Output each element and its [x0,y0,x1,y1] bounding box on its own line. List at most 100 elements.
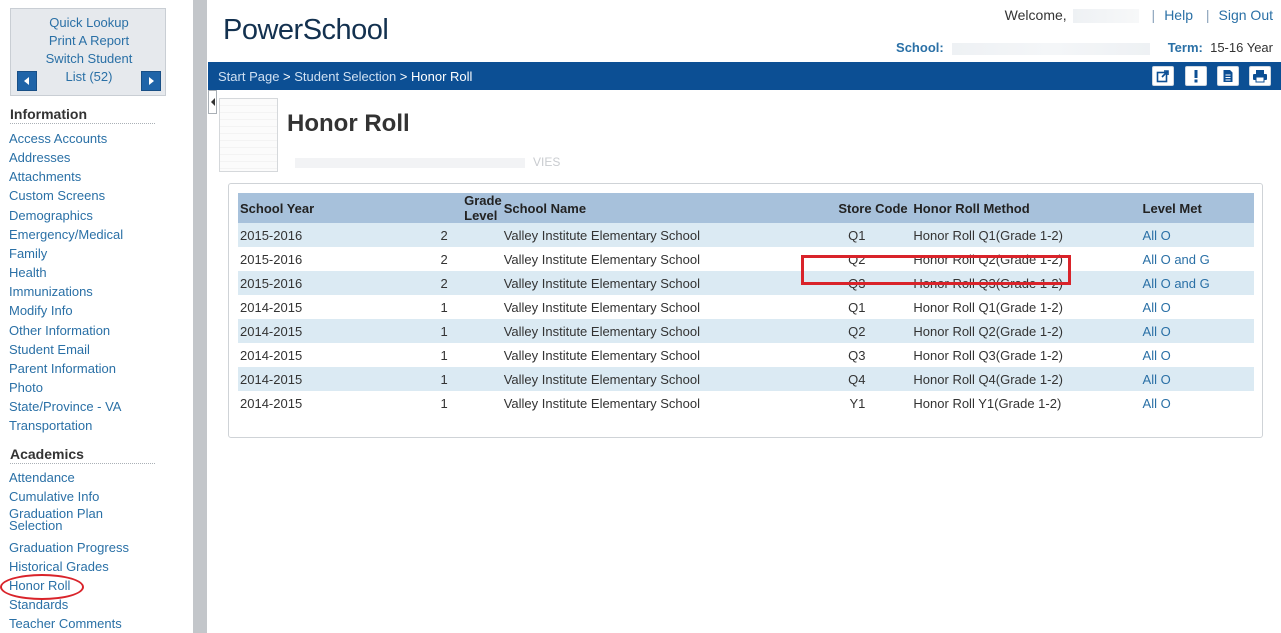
school-year-cell: 2014-2015 [240,347,303,363]
level-met-cell[interactable]: All O [1141,343,1254,367]
school-term-line: School: Term: 15-16 Year [896,40,1273,55]
level-met-cell[interactable]: All O [1141,391,1254,415]
column-header-grade-level[interactable]: Grade Level [346,193,502,223]
school-name-redacted [951,42,1150,55]
store-code-cell: Q4 [792,367,912,391]
nav-item-transportation[interactable]: Transportation [9,418,92,433]
breadcrumb: Start Page > Student Selection > Honor R… [218,69,472,84]
level-met-cell[interactable]: All O and G [1140,271,1254,295]
open-new-window-button[interactable] [1152,66,1174,86]
honor-roll-method-cell: Honor Roll Y1(Grade 1-2) [913,395,1062,411]
nav-item-demographics[interactable]: Demographics [9,208,93,223]
level-met-cell[interactable]: All O and G [1141,247,1254,271]
nav-item-photo[interactable]: Photo [9,380,43,395]
school-name-cell: Valley Institute Elementary School [503,395,701,411]
nav-item-addresses[interactable]: Addresses [9,150,70,165]
honor-roll-method-cell: Honor Roll Q1(Grade 1-2) [911,223,1141,247]
print-report-link[interactable]: Print A Report [11,32,167,50]
level-met-cell[interactable]: All O [1140,319,1254,343]
school-year-cell: 2014-2015 [240,395,303,411]
school-name-cell: Valley Institute Elementary School [503,299,701,315]
store-code-cell: Y1 [849,395,866,411]
honor-roll-method-cell: Honor Roll Q3(Grade 1-2) [913,347,1063,363]
nav-item-attachments[interactable]: Attachments [9,169,81,184]
nav-item-emergency-medical[interactable]: Emergency/Medical [9,227,123,242]
school-year-cell: 2015-2016 [240,251,303,267]
print-button[interactable] [1249,66,1271,86]
nav-item-teacher-comments[interactable]: Teacher Comments [9,616,122,631]
nav-item-modify-info[interactable]: Modify Info [9,303,73,318]
school-name-cell: Valley Institute Elementary School [503,347,701,363]
column-header-level-met[interactable]: Level Met [1140,193,1254,223]
switch-student-link[interactable]: Switch Student [11,50,167,68]
next-student-button[interactable] [141,71,161,91]
nav-item-parent-information[interactable]: Parent Information [9,361,116,376]
honor-roll-table-box: School Year Grade Level School Name Stor… [228,183,1263,438]
column-header-school-year[interactable]: School Year [238,193,347,223]
nav-collapse-bar[interactable] [193,0,207,633]
level-met-cell[interactable]: All O [1140,367,1254,391]
nav-item-access-accounts[interactable]: Access Accounts [9,131,107,146]
level-met-cell[interactable]: All O [1140,223,1254,247]
powerschool-logo[interactable]: PowerSchool [223,14,389,47]
nav-item-historical-grades[interactable]: Historical Grades [9,559,109,574]
school-name-cell: Valley Institute Elementary School [501,367,793,391]
previous-student-button[interactable] [17,71,37,91]
nav-item-custom-screens[interactable]: Custom Screens [9,188,105,203]
user-links: Welcome, | Help | Sign Out [1004,7,1273,24]
page-document-button[interactable] [1217,66,1239,86]
term-value[interactable]: 15-16 Year [1210,40,1273,55]
breadcrumb-student-selection[interactable]: Student Selection [294,69,396,84]
student-info-line: VIES [287,155,560,169]
honor-roll-highlight-circle [0,574,84,600]
nav-item-cumulative-info[interactable]: Cumulative Info [9,489,99,504]
table-row: 2014-2015 1 Valley Institute Elementary Sc… [238,295,1254,319]
column-header-school-name[interactable]: School Name [501,193,793,223]
nav-item-student-email[interactable]: Student Email [9,342,90,357]
help-link[interactable]: Help [1164,7,1193,23]
school-name-cell: Valley Institute Elementary School [501,319,793,343]
quick-links-box: Quick Lookup Print A Report Switch Stude… [10,8,166,96]
grade-level-cell: 2 [440,251,448,267]
breadcrumb-bar: Start Page > Student Selection > Honor R… [208,62,1281,90]
alert-button[interactable] [1185,66,1207,86]
table-row: 2015-2016 2 Valley Institute Elementary Sc… [238,223,1254,247]
school-year-cell: 2014-2015 [238,367,347,391]
breadcrumb-current: Honor Roll [411,69,473,84]
nav-item-attendance[interactable]: Attendance [9,470,75,485]
nav-item-immunizations[interactable]: Immunizations [9,284,93,299]
school-name-cell: Valley Institute Elementary School [501,223,793,247]
nav-item-graduation-progress[interactable]: Graduation Progress [9,540,129,555]
breadcrumb-separator: > [396,69,411,84]
arrow-right-icon [149,77,154,85]
information-heading: Information [10,106,87,122]
term-label: Term: [1167,40,1203,55]
store-code-cell: Q2 [792,319,912,343]
nav-item-state-province-va[interactable]: State/Province - VA [9,399,121,414]
school-name-cell: Valley Institute Elementary School [503,251,701,267]
arrow-left-icon [24,77,29,85]
sign-out-link[interactable]: Sign Out [1219,7,1273,23]
table-row: 2015-2016 2 Valley Institute Elementary Sc… [238,247,1254,271]
collapse-menu-tab[interactable] [208,90,217,114]
store-code-cell: Q1 [848,299,866,315]
level-met-cell[interactable]: All O [1141,295,1254,319]
column-header-store-code[interactable]: Store Code [792,193,912,223]
table-row: 2015-2016 2 Valley Institute Elementary Sc… [238,271,1254,295]
breadcrumb-start-page[interactable]: Start Page [218,69,279,84]
nav-item-other-information[interactable]: Other Information [9,323,110,338]
school-year-cell: 2014-2015 [238,319,347,343]
honor-roll-table: School Year Grade Level School Name Stor… [238,193,1254,415]
table-row: 2014-2015 1 Valley Institute Elementary Sc… [238,319,1254,343]
nav-item-family[interactable]: Family [9,246,47,261]
nav-item-graduation-plan-selection[interactable]: Graduation Plan Selection [9,507,119,532]
school-label: School: [896,40,944,55]
student-photo [219,98,278,172]
grade-level-cell: 2 [346,271,502,295]
nav-item-health[interactable]: Health [9,265,47,280]
breadcrumb-separator: > [279,69,295,84]
column-header-honor-roll-method[interactable]: Honor Roll Method [911,193,1141,223]
grade-level-cell: 2 [346,223,502,247]
quick-lookup-link[interactable]: Quick Lookup [11,14,167,32]
school-year-cell: 2014-2015 [240,299,303,315]
